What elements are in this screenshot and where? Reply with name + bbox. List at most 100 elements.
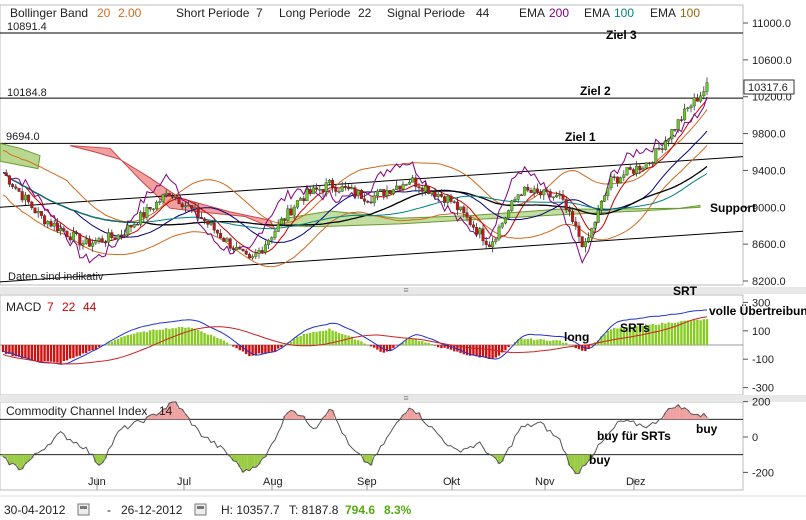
candle bbox=[103, 241, 107, 244]
macd-histogram-bar bbox=[520, 338, 523, 345]
macd-histogram-bar bbox=[24, 345, 27, 359]
macd-histogram-bar bbox=[296, 336, 299, 345]
candle bbox=[174, 196, 178, 199]
candle bbox=[91, 242, 95, 247]
candle bbox=[356, 190, 360, 197]
cci-overbought-fill bbox=[679, 408, 683, 420]
macd-histogram-bar bbox=[558, 340, 561, 345]
macd-histogram-bar bbox=[651, 323, 654, 345]
macd-histogram-bar bbox=[689, 320, 693, 345]
macd-histogram-bar bbox=[257, 345, 261, 354]
candle bbox=[203, 218, 207, 222]
candle bbox=[452, 201, 456, 203]
macd-histogram-bar bbox=[408, 338, 411, 345]
cci-oversold-fill bbox=[244, 454, 248, 470]
candle bbox=[686, 107, 690, 110]
candle bbox=[199, 217, 203, 219]
candle bbox=[705, 82, 709, 92]
macd-histogram-bar bbox=[277, 345, 280, 349]
macd-histogram-bar bbox=[552, 340, 555, 345]
macd-histogram-bar bbox=[177, 326, 181, 345]
cci-overbought-fill bbox=[705, 417, 709, 420]
cci-oversold-fill bbox=[369, 454, 373, 466]
macd-histogram-bar bbox=[353, 339, 357, 345]
macd-histogram-bar bbox=[213, 336, 216, 345]
candle bbox=[561, 194, 565, 200]
macd-histogram-bar bbox=[702, 319, 705, 345]
candle bbox=[190, 205, 194, 209]
candle bbox=[289, 208, 293, 216]
candle bbox=[225, 238, 229, 242]
macd-histogram-bar bbox=[321, 330, 325, 345]
candle bbox=[11, 184, 15, 187]
candle bbox=[183, 205, 187, 208]
macd-histogram-bar bbox=[139, 332, 142, 345]
macd-histogram-bar bbox=[145, 332, 149, 345]
y-tick-label: 9400.0 bbox=[752, 165, 786, 177]
splitter-grip-icon[interactable]: ≡ bbox=[403, 393, 408, 403]
candle bbox=[695, 97, 699, 102]
candle bbox=[241, 249, 245, 252]
candle bbox=[7, 175, 11, 185]
candle bbox=[46, 221, 50, 225]
macd-histogram-bar bbox=[78, 345, 81, 356]
macd-histogram-bar bbox=[216, 338, 219, 345]
macd-histogram-bar bbox=[523, 339, 526, 345]
macd-histogram-bar bbox=[699, 320, 702, 345]
candle bbox=[359, 190, 363, 199]
annotation-buy-srts: buy für SRTs bbox=[597, 429, 671, 443]
macd-histogram-bar bbox=[181, 327, 184, 345]
macd-histogram-bar bbox=[81, 345, 85, 354]
end-date: 26-12-2012 bbox=[121, 503, 183, 517]
candle bbox=[427, 185, 431, 194]
macd-histogram-bar bbox=[491, 345, 494, 359]
month-label-aug: Aug bbox=[263, 476, 283, 488]
macd-histogram-bar bbox=[360, 341, 363, 345]
annotation-ziel-1: Ziel 1 bbox=[565, 130, 596, 144]
cci-y-tick-label: 0 bbox=[752, 432, 758, 444]
candle bbox=[526, 186, 530, 191]
macd-histogram-bar bbox=[264, 345, 267, 354]
macd-histogram-bar bbox=[539, 339, 542, 345]
start-date-calendar-icon[interactable] bbox=[77, 503, 90, 516]
candle bbox=[606, 187, 610, 196]
current-price: 10317.6 bbox=[748, 82, 788, 94]
candle bbox=[615, 176, 619, 183]
candle bbox=[119, 234, 123, 237]
candle bbox=[222, 237, 226, 242]
end-date-calendar-icon[interactable] bbox=[194, 503, 207, 516]
candle bbox=[641, 167, 645, 171]
macd-histogram-bar bbox=[494, 345, 497, 358]
candle bbox=[81, 243, 85, 246]
macd-histogram-bar bbox=[59, 345, 62, 364]
macd-histogram-bar bbox=[363, 343, 366, 345]
annotation-ziel-3: Ziel 3 bbox=[606, 28, 637, 42]
candle bbox=[635, 165, 639, 174]
candle bbox=[590, 227, 594, 238]
candle bbox=[513, 199, 517, 202]
candle bbox=[187, 205, 191, 207]
candle bbox=[638, 165, 642, 171]
macd-histogram-bar bbox=[37, 345, 40, 362]
macd-histogram-bar bbox=[200, 331, 203, 345]
candle bbox=[321, 189, 325, 192]
macd-histogram-bar bbox=[536, 339, 539, 345]
splitter-grip-icon[interactable]: ≡ bbox=[403, 285, 408, 295]
period-low: T: 8187.8 bbox=[289, 503, 339, 517]
candle bbox=[564, 199, 568, 211]
candle bbox=[209, 222, 213, 225]
candle bbox=[603, 195, 607, 202]
macd-histogram-bar bbox=[232, 345, 235, 347]
candle bbox=[683, 108, 687, 121]
level-label-2: 10184.8 bbox=[7, 87, 47, 99]
candle bbox=[539, 191, 543, 196]
candle bbox=[100, 238, 104, 243]
macd-histogram-bar bbox=[488, 345, 491, 359]
candle bbox=[612, 176, 616, 178]
macd-histogram-bar bbox=[430, 343, 433, 345]
candle bbox=[689, 105, 693, 109]
candle bbox=[385, 190, 389, 196]
candle bbox=[628, 167, 632, 170]
candle bbox=[548, 191, 552, 198]
cci-period: 14 bbox=[159, 404, 173, 418]
